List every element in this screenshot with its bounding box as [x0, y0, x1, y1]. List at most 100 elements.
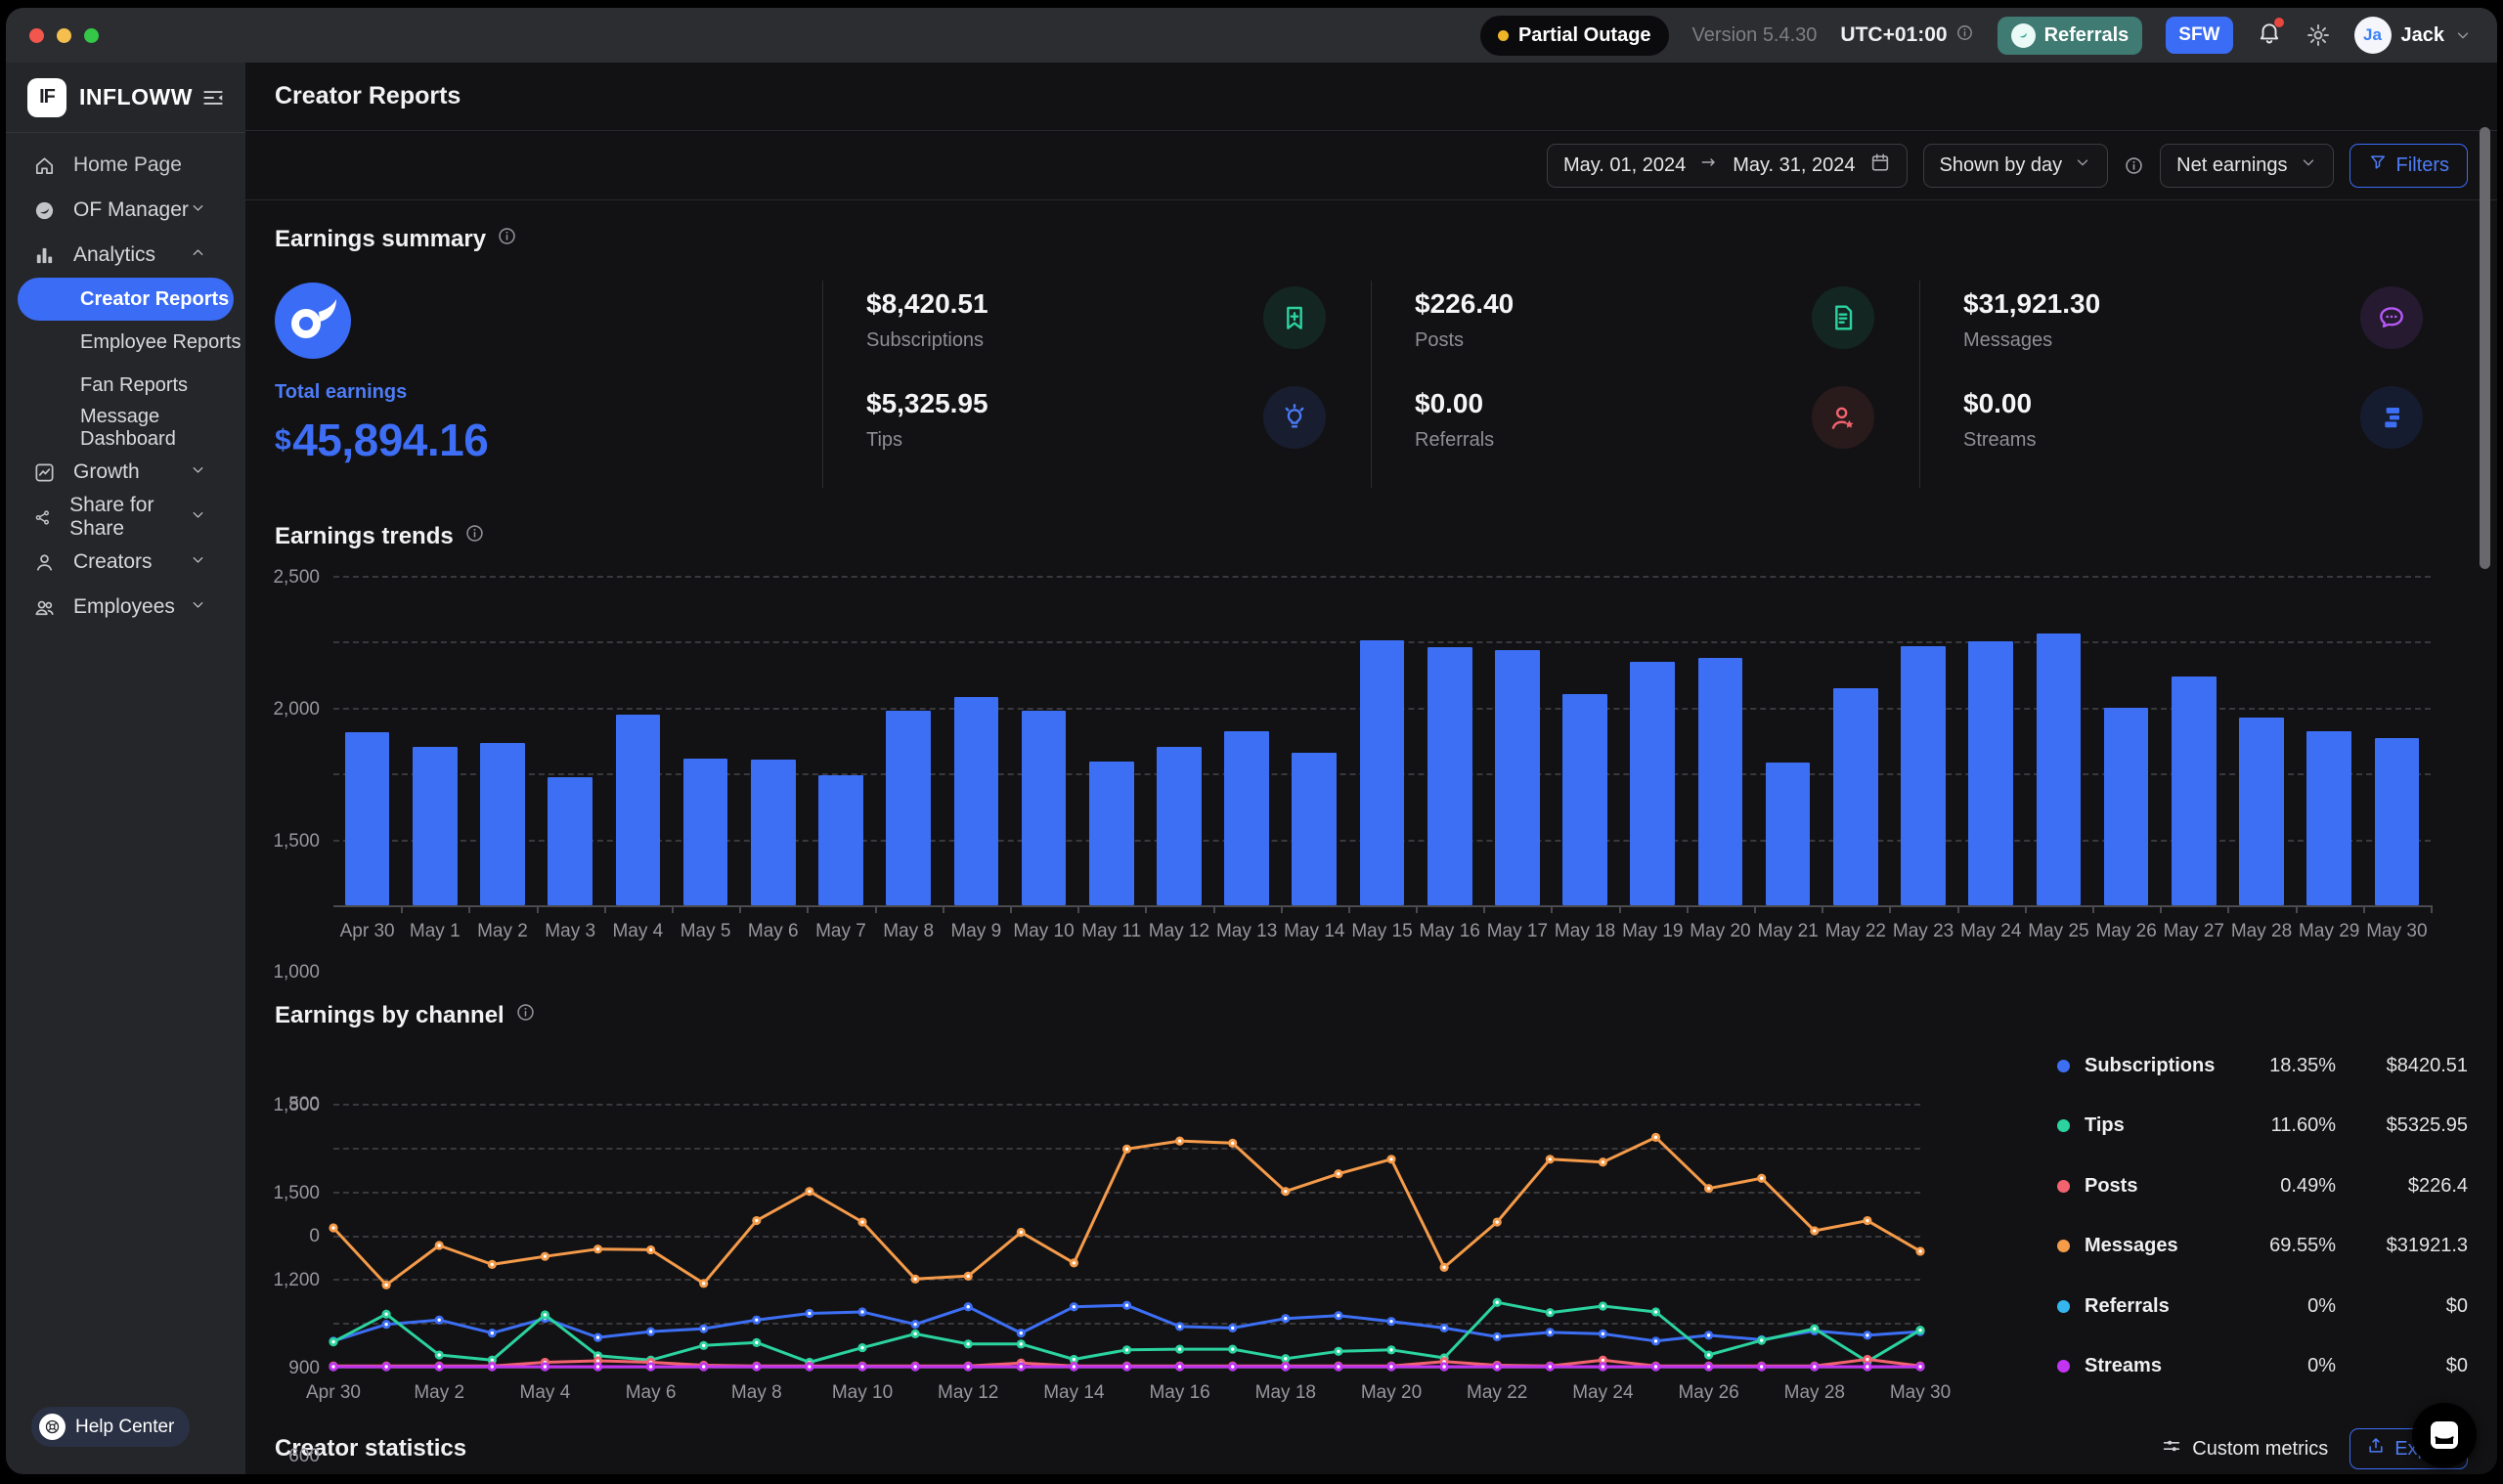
data-point-core: [1918, 1249, 1921, 1252]
data-point-core: [1337, 1350, 1339, 1353]
sidebar-item-analytics[interactable]: Analytics: [6, 233, 245, 278]
earnings-summary: Total earnings $45,894.16 $8,420.51Subsc…: [275, 281, 2468, 488]
sidebar-item-share-for-share[interactable]: Share for Share: [6, 495, 245, 540]
earnings-by-channel-info-icon[interactable]: [515, 1002, 536, 1029]
bar-may19[interactable]: [1630, 662, 1675, 905]
bar-may9[interactable]: [954, 697, 999, 905]
x-axis-label: May 18: [1555, 921, 1615, 942]
bar-may17[interactable]: [1495, 650, 1540, 905]
data-point-core: [1231, 1142, 1234, 1145]
data-point-core: [1231, 1347, 1234, 1350]
bar-may22[interactable]: [1833, 688, 1878, 905]
minimize-window-button[interactable]: [57, 28, 71, 43]
data-point-core: [1284, 1365, 1287, 1368]
chevron-down-icon: [190, 551, 206, 568]
spark-icon: [2015, 27, 2032, 44]
date-range-picker[interactable]: May. 01, 2024 May. 31, 2024: [1547, 144, 1908, 188]
data-point-core: [1866, 1219, 1868, 1222]
data-point-core: [1284, 1190, 1287, 1193]
sidebar-item-employees[interactable]: Employees: [6, 585, 245, 630]
bar-may8[interactable]: [886, 711, 931, 906]
shown-by-select[interactable]: Shown by day: [1923, 144, 2109, 188]
legend-row-referrals[interactable]: Referrals0%$0: [2057, 1295, 2468, 1318]
data-point-core: [384, 1313, 387, 1316]
messenger-launcher[interactable]: [2412, 1403, 2477, 1467]
sidebar-item-creators[interactable]: Creators: [6, 540, 245, 585]
data-point-core: [1707, 1333, 1710, 1336]
bar-may21[interactable]: [1766, 763, 1811, 905]
bar-may3[interactable]: [548, 777, 593, 905]
sidebar-item-of-manager[interactable]: OF Manager: [6, 188, 245, 233]
bar-may16[interactable]: [1427, 647, 1472, 905]
bar-may18[interactable]: [1562, 694, 1607, 905]
bar-may29[interactable]: [2306, 731, 2351, 905]
bar-may7[interactable]: [818, 775, 863, 905]
sidebar-item-growth[interactable]: Growth: [6, 450, 245, 495]
bar-may23[interactable]: [1901, 646, 1946, 905]
sidebar-item-fan-reports[interactable]: Fan Reports: [6, 364, 245, 407]
sidebar-item-home-page[interactable]: Home Page: [6, 143, 245, 188]
metric-select[interactable]: Net earnings: [2160, 144, 2333, 188]
legend-row-posts[interactable]: Posts0.49%$226.4: [2057, 1175, 2468, 1198]
data-point-core: [913, 1278, 916, 1281]
close-window-button[interactable]: [29, 28, 44, 43]
people-icon: [33, 596, 56, 619]
sidebar-item-employee-reports[interactable]: Employee Reports: [6, 321, 245, 364]
bar-may20[interactable]: [1698, 658, 1743, 905]
sfw-toggle[interactable]: SFW: [2166, 17, 2232, 54]
bar-apr30[interactable]: [345, 732, 390, 905]
timezone-info-icon[interactable]: [1955, 23, 1974, 48]
legend-row-tips[interactable]: Tips11.60%$5325.95: [2057, 1114, 2468, 1137]
data-point-core: [1073, 1365, 1076, 1368]
bar-may26[interactable]: [2104, 708, 2149, 905]
bar-may14[interactable]: [1292, 753, 1337, 905]
data-point-core: [860, 1346, 863, 1349]
data-point-core: [1178, 1139, 1181, 1142]
earnings-trends-info-icon[interactable]: [464, 523, 485, 550]
date-from: May. 01, 2024: [1563, 154, 1686, 177]
zoom-window-button[interactable]: [84, 28, 99, 43]
bar-may4[interactable]: [616, 715, 661, 905]
bar-may11[interactable]: [1089, 762, 1134, 905]
notifications-button[interactable]: [2257, 21, 2282, 51]
status-badge[interactable]: Partial Outage: [1480, 16, 1669, 56]
bar-may2[interactable]: [480, 743, 525, 905]
legend-row-streams[interactable]: Streams0%$0: [2057, 1355, 2468, 1377]
bar-may5[interactable]: [683, 759, 728, 905]
user-menu[interactable]: Ja Jack: [2354, 17, 2473, 54]
bar-may10[interactable]: [1022, 711, 1067, 906]
shown-by-info-icon[interactable]: [2124, 155, 2144, 176]
data-point-core: [755, 1219, 758, 1222]
settings-button[interactable]: [2305, 22, 2331, 48]
data-point-core: [967, 1305, 970, 1308]
earnings-by-channel-title: Earnings by channel: [275, 1002, 505, 1029]
legend-row-messages[interactable]: Messages69.55%$31921.3: [2057, 1235, 2468, 1257]
bar-may12[interactable]: [1157, 747, 1202, 905]
x-axis-tick: [1348, 905, 1350, 913]
bar-may1[interactable]: [413, 747, 458, 905]
sidebar-collapse-button[interactable]: [200, 85, 226, 110]
help-center-button[interactable]: Help Center: [31, 1407, 190, 1447]
earnings-summary-info-icon[interactable]: [497, 226, 517, 253]
bar-may24[interactable]: [1968, 641, 2013, 905]
bar-may15[interactable]: [1360, 640, 1405, 905]
x-axis-label: May 11: [1081, 921, 1141, 942]
bar-may13[interactable]: [1224, 731, 1269, 905]
bar-may28[interactable]: [2239, 718, 2284, 905]
x-axis-label: May 29: [2299, 921, 2359, 942]
timezone-label: UTC+01:00: [1840, 23, 1973, 48]
sidebar-item-message-dashboard[interactable]: Message Dashboard: [6, 407, 245, 450]
bar-may27[interactable]: [2172, 677, 2217, 905]
bar-may30[interactable]: [2375, 738, 2420, 905]
data-point-core: [913, 1365, 916, 1368]
bar-may6[interactable]: [751, 760, 796, 905]
filters-button[interactable]: Filters: [2349, 144, 2468, 188]
custom-metrics-button[interactable]: Custom metrics: [2161, 1435, 2328, 1462]
x-axis-tick: [1889, 905, 1891, 913]
referrals-button[interactable]: Referrals: [1998, 17, 2143, 55]
bar-may25[interactable]: [2037, 633, 2082, 905]
vertical-scrollbar[interactable]: [2480, 127, 2490, 569]
legend-row-subscriptions[interactable]: Subscriptions18.35%$8420.51: [2057, 1055, 2468, 1077]
x-axis-label: May 6: [748, 921, 799, 942]
sidebar-item-creator-reports[interactable]: Creator Reports: [18, 278, 234, 321]
